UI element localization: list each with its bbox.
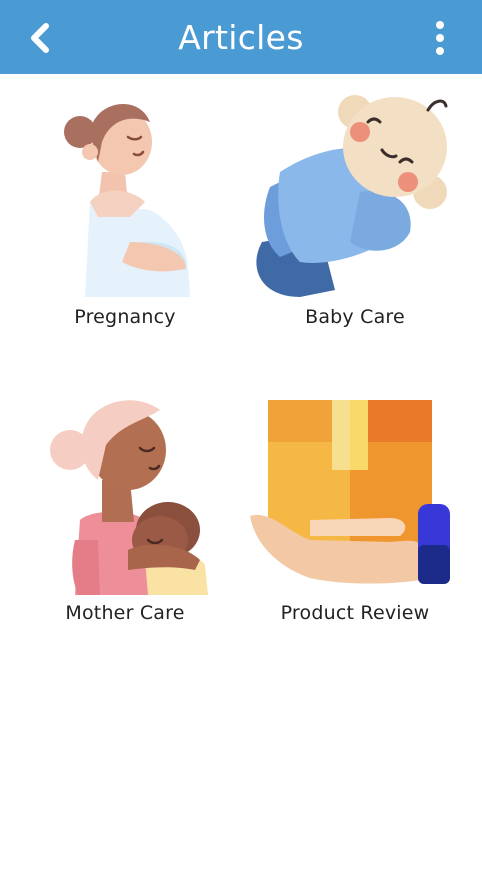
category-label: Product Review <box>280 602 430 624</box>
category-label: Baby Care <box>305 306 405 328</box>
kebab-menu-icon[interactable] <box>420 18 460 58</box>
category-label: Pregnancy <box>74 306 176 328</box>
swaddled-baby-illustration <box>256 95 448 297</box>
chevron-left-icon[interactable] <box>22 18 62 58</box>
app-bar: Articles <box>0 0 482 74</box>
category-tile-pregnancy[interactable]: Pregnancy <box>10 92 240 342</box>
pregnant-woman-illustration <box>64 104 190 297</box>
category-tile-product-review[interactable]: Product Review <box>240 390 470 640</box>
page-title: Articles <box>178 17 304 57</box>
category-label: Mother Care <box>65 602 185 624</box>
category-tile-mother-care[interactable]: Mother Care <box>10 390 240 640</box>
mother-holding-baby-illustration <box>50 400 208 595</box>
hand-holding-box-illustration <box>250 400 450 584</box>
category-tile-baby-care[interactable]: Baby Care <box>240 92 470 342</box>
